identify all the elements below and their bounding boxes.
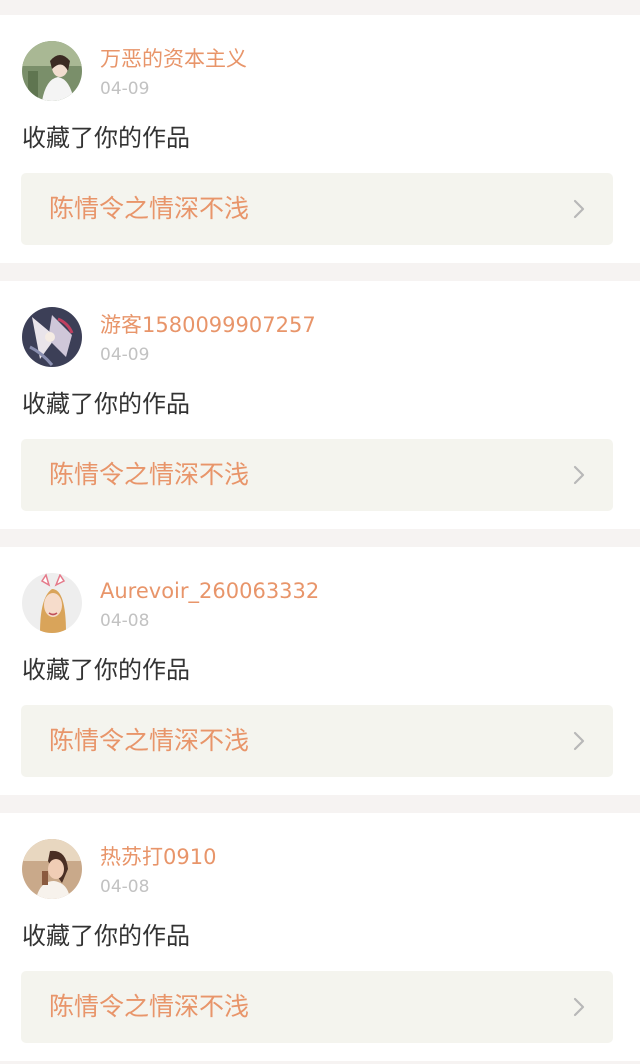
action-text: 收藏了你的作品 [22, 124, 190, 152]
avatar-girl-portrait-icon [22, 41, 82, 101]
action-text: 收藏了你的作品 [22, 656, 190, 684]
avatar-illustration-icon [22, 307, 82, 367]
notification-card: 热苏打0910 04-08 收藏了你的作品 陈情令之情深不浅 [0, 813, 640, 1061]
work-title: 陈情令之情深不浅 [49, 992, 250, 1021]
timestamp: 04-08 [100, 877, 150, 897]
chevron-right-icon [573, 997, 585, 1017]
work-link[interactable]: 陈情令之情深不浅 [21, 705, 613, 777]
avatar[interactable] [22, 573, 82, 633]
avatar-girl-ears-icon [22, 573, 82, 633]
work-title: 陈情令之情深不浅 [49, 194, 250, 223]
action-text: 收藏了你的作品 [22, 390, 190, 418]
username[interactable]: 万恶的资本主义 [100, 45, 247, 73]
work-link[interactable]: 陈情令之情深不浅 [21, 971, 613, 1043]
avatar[interactable] [22, 41, 82, 101]
timestamp: 04-08 [100, 611, 150, 631]
action-text: 收藏了你的作品 [22, 922, 190, 950]
avatar[interactable] [22, 839, 82, 899]
notification-card: 万恶的资本主义 04-09 收藏了你的作品 陈情令之情深不浅 [0, 15, 640, 263]
username[interactable]: Aurevoir_260063332 [100, 577, 319, 605]
timestamp: 04-09 [100, 79, 150, 99]
chevron-right-icon [573, 199, 585, 219]
work-link[interactable]: 陈情令之情深不浅 [21, 439, 613, 511]
avatar-girl-outdoor-icon [22, 839, 82, 899]
notification-feed: 万恶的资本主义 04-09 收藏了你的作品 陈情令之情深不浅 游客1580099… [0, 0, 640, 1064]
username[interactable]: 热苏打0910 [100, 843, 216, 871]
chevron-right-icon [573, 731, 585, 751]
work-title: 陈情令之情深不浅 [49, 460, 250, 489]
avatar[interactable] [22, 307, 82, 367]
chevron-right-icon [573, 465, 585, 485]
notification-card: Aurevoir_260063332 04-08 收藏了你的作品 陈情令之情深不… [0, 547, 640, 795]
username[interactable]: 游客1580099907257 [100, 311, 316, 339]
notification-card: 游客1580099907257 04-09 收藏了你的作品 陈情令之情深不浅 [0, 281, 640, 529]
work-link[interactable]: 陈情令之情深不浅 [21, 173, 613, 245]
timestamp: 04-09 [100, 345, 150, 365]
work-title: 陈情令之情深不浅 [49, 726, 250, 755]
